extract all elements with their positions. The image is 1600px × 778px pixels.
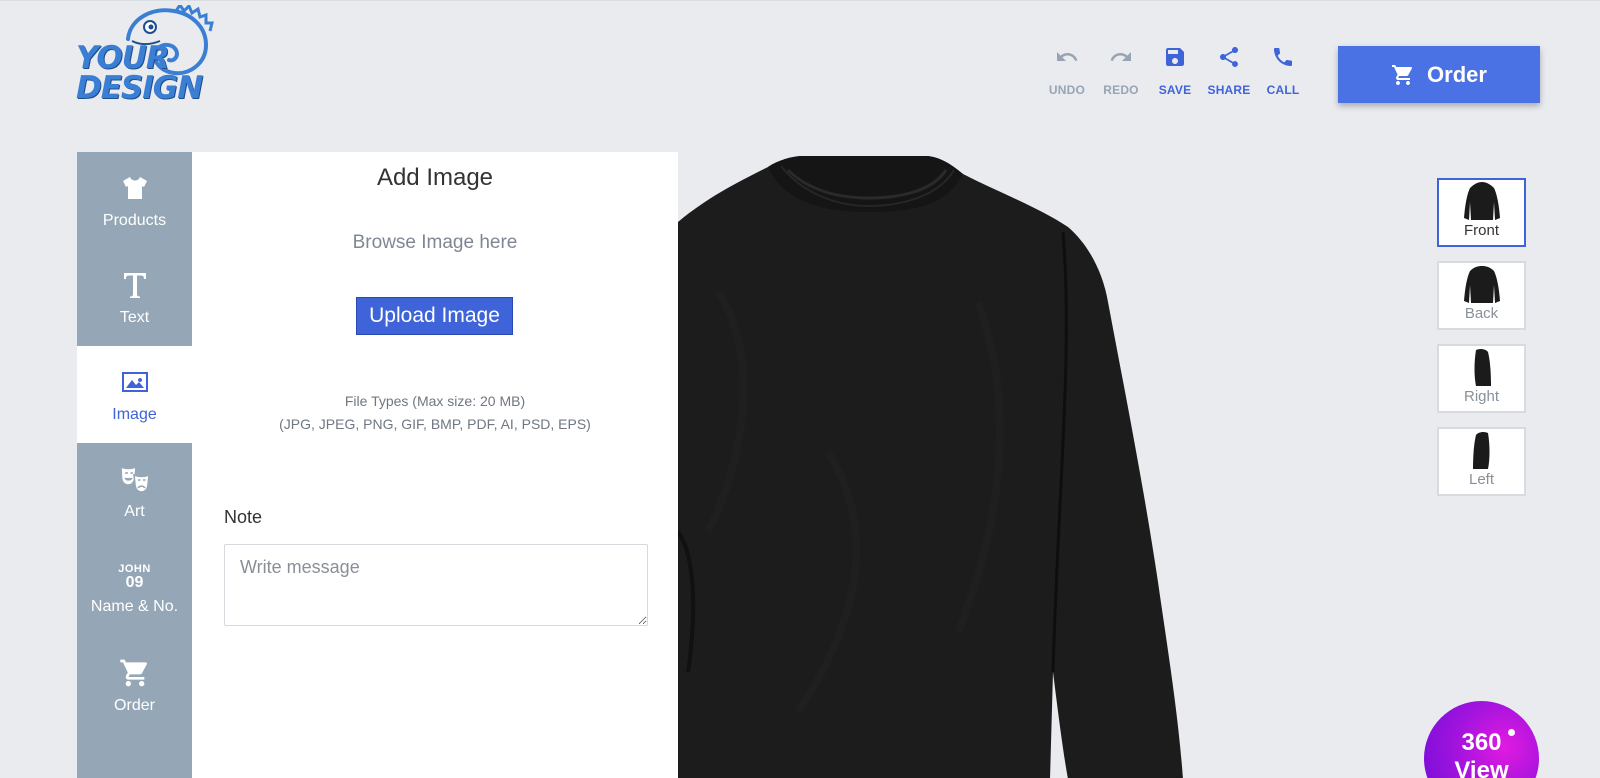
phone-icon	[1274, 48, 1292, 66]
sweatshirt-back-thumbnail-icon	[1463, 266, 1500, 303]
cart-icon	[1392, 64, 1413, 85]
view-360-line-2: View	[1454, 757, 1509, 778]
redo-label: REDO	[1103, 83, 1139, 97]
view-front[interactable]: Front	[1437, 178, 1526, 247]
share-button[interactable]: SHARE	[1202, 45, 1256, 97]
redo-button[interactable]: REDO	[1094, 45, 1148, 97]
logo-wordmark: YOUR DESIGN	[76, 40, 203, 106]
brand-logo[interactable]: YOUR DESIGN	[76, 5, 216, 109]
share-icon	[1220, 47, 1238, 67]
toolbar: UNDO REDO SAVE SHARE CALL	[1040, 45, 1310, 97]
tool-sidebar: Products Text Image Art JOHN 09 Name & N…	[77, 152, 192, 778]
sweatshirt-right-thumbnail-icon	[1474, 348, 1491, 386]
view-right[interactable]: Right	[1437, 344, 1526, 413]
add-image-panel: Add Image Browse Image here Upload Image…	[192, 152, 678, 778]
sweatshirt-front-image	[678, 156, 1183, 778]
undo-icon	[1057, 52, 1078, 61]
sidebar-item-image[interactable]: Image	[77, 346, 192, 443]
sidebar-item-label: Products	[102, 211, 167, 229]
redo-icon	[1110, 52, 1131, 61]
view-label: Right	[1463, 388, 1500, 405]
image-icon	[121, 371, 148, 392]
save-icon	[1166, 48, 1184, 66]
sweatshirt-left-thumbnail-icon	[1472, 431, 1489, 469]
sidebar-item-name-number[interactable]: JOHN 09 Name & No.	[77, 540, 192, 637]
order-button[interactable]: Order	[1338, 46, 1540, 103]
jersey-number-icon: JOHN 09	[118, 562, 151, 591]
sidebar-item-order[interactable]: Order	[77, 637, 192, 734]
theater-masks-icon	[119, 465, 150, 493]
sidebar-item-label: Text	[119, 308, 150, 326]
file-types-line-1: File Types (Max size: 20 MB)	[344, 393, 526, 409]
note-textarea[interactable]	[224, 544, 648, 626]
sidebar-item-art[interactable]: Art	[77, 443, 192, 540]
order-button-label: Order	[1427, 61, 1487, 87]
panel-title: Add Image	[376, 164, 494, 191]
view-360-button[interactable]: 360 View	[1424, 701, 1539, 778]
text-icon	[123, 272, 146, 298]
browse-image-text: Browse Image here	[352, 232, 518, 253]
tshirt-icon	[122, 176, 147, 199]
call-label: CALL	[1266, 83, 1300, 97]
sidebar-item-text[interactable]: Text	[77, 249, 192, 346]
view-360-line-1: 360	[1461, 729, 1502, 756]
upload-image-button[interactable]: Upload Image	[356, 297, 513, 335]
call-button[interactable]: CALL	[1256, 45, 1310, 97]
view-left[interactable]: Left	[1437, 427, 1526, 496]
file-types-line-2: (JPG, JPEG, PNG, GIF, BMP, PDF, AI, PSD,…	[279, 416, 591, 432]
sidebar-item-label: Name & No.	[90, 597, 179, 615]
file-types-info: File Types (Max size: 20 MB) (JPG, JPEG,…	[192, 390, 678, 436]
share-label: SHARE	[1207, 83, 1251, 97]
view-label: Left	[1468, 471, 1495, 488]
cart-icon	[119, 659, 147, 686]
save-label: SAVE	[1158, 83, 1192, 97]
sidebar-item-products[interactable]: Products	[77, 152, 192, 249]
save-button[interactable]: SAVE	[1148, 45, 1202, 97]
degree-dot-icon	[1508, 729, 1515, 736]
view-selector: Front Back Right Left	[1437, 178, 1527, 510]
sidebar-item-label: Order	[114, 696, 155, 714]
jersey-number-glyph: 09	[125, 573, 144, 591]
undo-button[interactable]: UNDO	[1040, 45, 1094, 97]
logo-line-2: DESIGN	[76, 70, 203, 106]
view-back[interactable]: Back	[1437, 261, 1526, 330]
sidebar-item-label: Art	[124, 502, 145, 520]
sweatshirt-front-thumbnail-icon	[1463, 182, 1500, 220]
logo-line-1: YOUR	[76, 40, 170, 76]
note-label: Note	[224, 507, 263, 527]
design-canvas[interactable]	[678, 152, 1238, 778]
undo-label: UNDO	[1048, 83, 1086, 97]
view-label: Front	[1463, 222, 1499, 239]
view-label: Back	[1464, 305, 1499, 322]
sidebar-item-label: Image	[112, 405, 157, 423]
